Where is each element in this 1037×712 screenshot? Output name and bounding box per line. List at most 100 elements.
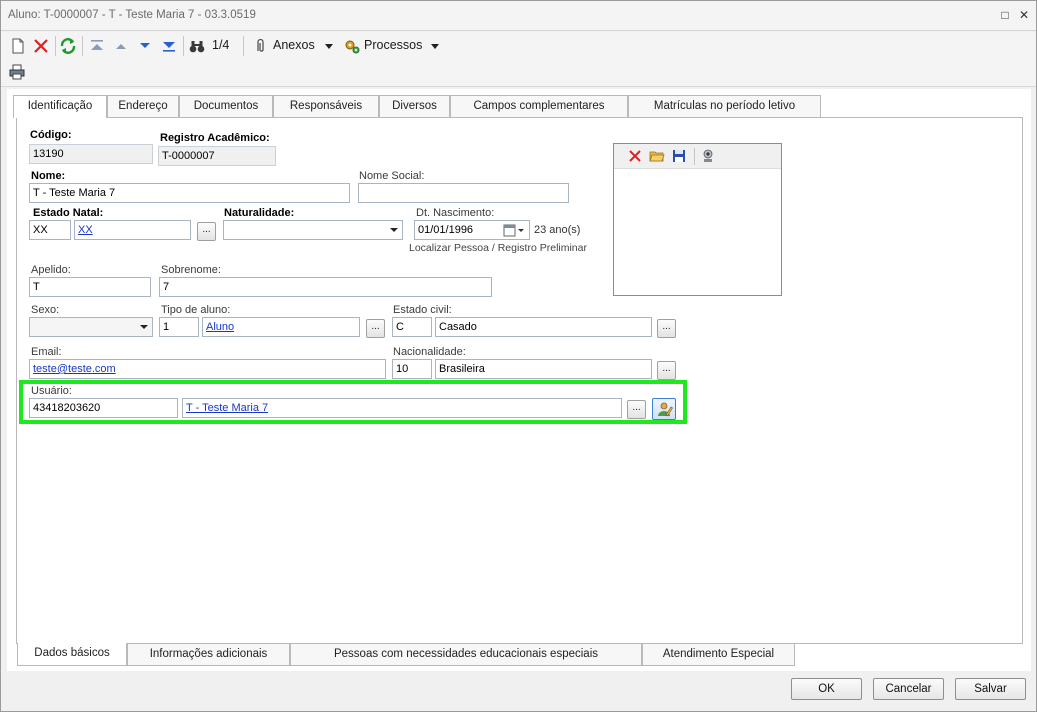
tab-label: Dados básicos bbox=[34, 647, 110, 659]
sobrenome-label: Sobrenome: bbox=[161, 264, 221, 276]
webcam-icon[interactable] bbox=[700, 148, 716, 164]
processos-dropdown-arrow[interactable] bbox=[431, 44, 439, 49]
naturalidade-label: Naturalidade: bbox=[224, 207, 295, 219]
user-edit-icon bbox=[658, 402, 673, 417]
toolbar-separator bbox=[82, 36, 83, 56]
photo-toolbar-separator bbox=[694, 148, 695, 165]
gears-icon[interactable] bbox=[343, 37, 361, 55]
tipo-aluno-code-field[interactable]: 1 bbox=[159, 317, 199, 337]
tab-label: Informações adicionais bbox=[149, 648, 268, 660]
apelido-field[interactable]: T bbox=[29, 277, 151, 297]
tab-matriculas[interactable]: Matrículas no período letivo bbox=[628, 95, 821, 117]
tab-label: Responsáveis bbox=[289, 100, 363, 112]
dt-nascimento-field[interactable]: 01/01/1996 bbox=[414, 220, 530, 240]
naturalidade-select[interactable] bbox=[223, 220, 403, 240]
email-label: Email: bbox=[31, 346, 62, 358]
tab-diversos[interactable]: Diversos bbox=[379, 95, 450, 117]
estado-civil-name-field[interactable]: Casado bbox=[435, 317, 652, 337]
secondary-toolbar bbox=[1, 59, 1036, 87]
aluno-window: Aluno: T-0000007 - T - Teste Maria 7 - 0… bbox=[0, 0, 1037, 712]
localizar-pessoa-link[interactable]: Localizar Pessoa / Registro Preliminar bbox=[409, 242, 587, 254]
anexos-menu[interactable]: Anexos bbox=[273, 38, 315, 52]
codigo-field[interactable]: 13190 bbox=[29, 144, 153, 164]
estado-natal-label: Estado Natal: bbox=[33, 207, 104, 219]
save-button[interactable]: Salvar bbox=[955, 678, 1026, 700]
maximize-icon[interactable]: □ bbox=[998, 8, 1012, 22]
estado-civil-label: Estado civil: bbox=[393, 304, 452, 316]
chevron-down-icon bbox=[390, 228, 398, 232]
tab-label: Campos complementares bbox=[473, 100, 605, 112]
sexo-label: Sexo: bbox=[31, 304, 60, 316]
tab-dados-basicos[interactable]: Dados básicos bbox=[17, 643, 127, 666]
save-disk-icon[interactable] bbox=[671, 148, 687, 164]
tipo-aluno-label: Tipo de aluno: bbox=[161, 304, 231, 316]
nacionalidade-code-field[interactable]: 10 bbox=[392, 359, 432, 379]
printer-icon[interactable] bbox=[8, 63, 26, 81]
estado-natal-name-link[interactable]: XX bbox=[74, 220, 191, 240]
record-counter: 1/4 bbox=[212, 38, 230, 52]
nacionalidade-lookup-button[interactable]: ... bbox=[657, 361, 676, 380]
calendar-dropdown-icon[interactable] bbox=[503, 224, 527, 237]
open-folder-icon[interactable] bbox=[649, 148, 665, 164]
binoculars-icon[interactable] bbox=[188, 37, 206, 55]
sobrenome-field[interactable]: 7 bbox=[159, 277, 492, 297]
dt-nascimento-label: Dt. Nascimento: bbox=[416, 207, 495, 219]
title-bar: Aluno: T-0000007 - T - Teste Maria 7 - 0… bbox=[1, 1, 1036, 31]
estado-natal-code-field[interactable]: XX bbox=[29, 220, 71, 240]
tab-informacoes-adicionais[interactable]: Informações adicionais bbox=[127, 644, 290, 666]
remove-photo-icon[interactable] bbox=[627, 148, 643, 164]
tab-label: Endereço bbox=[118, 100, 168, 112]
nome-label: Nome: bbox=[31, 170, 66, 182]
tab-campos-complementares[interactable]: Campos complementares bbox=[450, 95, 628, 117]
previous-record-icon[interactable] bbox=[112, 37, 130, 55]
close-icon[interactable]: ✕ bbox=[1017, 8, 1031, 22]
tab-label: Matrículas no período letivo bbox=[653, 100, 796, 112]
estado-civil-lookup-button[interactable]: ... bbox=[657, 319, 676, 338]
paperclip-icon[interactable] bbox=[252, 37, 270, 55]
usuario-name-link[interactable]: T - Teste Maria 7 bbox=[182, 398, 622, 418]
window-title: Aluno: T-0000007 - T - Teste Maria 7 - 0… bbox=[8, 9, 256, 21]
toolbar-separator bbox=[183, 36, 184, 56]
registro-academico-label: Registro Acadêmico: bbox=[160, 132, 270, 144]
estado-civil-code-field[interactable]: C bbox=[392, 317, 432, 337]
usuario-edit-button[interactable] bbox=[652, 398, 676, 420]
tab-label: Diversos bbox=[392, 100, 437, 112]
cancel-button[interactable]: Cancelar bbox=[873, 678, 944, 700]
photo-box bbox=[613, 143, 782, 296]
delete-icon[interactable] bbox=[32, 37, 50, 55]
usuario-code-field[interactable]: 43418203620 bbox=[29, 398, 178, 418]
tab-identificacao[interactable]: Identificação bbox=[13, 95, 107, 118]
tab-label: Documentos bbox=[193, 100, 259, 112]
anexos-dropdown-arrow[interactable] bbox=[325, 44, 333, 49]
nacionalidade-label: Nacionalidade: bbox=[393, 346, 466, 358]
chevron-down-icon bbox=[140, 325, 148, 329]
tab-documentos[interactable]: Documentos bbox=[179, 95, 273, 117]
email-field[interactable]: teste@teste.com bbox=[29, 359, 386, 379]
ok-button[interactable]: OK bbox=[791, 678, 862, 700]
tab-label: Atendimento Especial bbox=[662, 648, 775, 660]
tab-atendimento-especial[interactable]: Atendimento Especial bbox=[642, 644, 795, 666]
tipo-aluno-name-link[interactable]: Aluno bbox=[202, 317, 360, 337]
sexo-select[interactable] bbox=[29, 317, 153, 337]
photo-toolbar bbox=[614, 144, 781, 169]
nome-social-field[interactable] bbox=[358, 183, 569, 203]
refresh-icon[interactable] bbox=[59, 37, 77, 55]
next-record-icon[interactable] bbox=[136, 37, 154, 55]
dt-nascimento-value: 01/01/1996 bbox=[418, 224, 474, 236]
tab-responsaveis[interactable]: Responsáveis bbox=[273, 95, 379, 117]
tipo-aluno-lookup-button[interactable]: ... bbox=[366, 319, 385, 338]
main-toolbar: 1/4 Anexos Processos bbox=[1, 32, 1036, 59]
apelido-label: Apelido: bbox=[31, 264, 71, 276]
usuario-lookup-button[interactable]: ... bbox=[627, 400, 646, 419]
tab-label: Identificação bbox=[27, 100, 93, 112]
processos-menu[interactable]: Processos bbox=[364, 38, 422, 52]
new-document-icon[interactable] bbox=[9, 37, 27, 55]
last-record-icon[interactable] bbox=[160, 37, 178, 55]
tab-endereco[interactable]: Endereço bbox=[107, 95, 179, 117]
tab-necessidades-especiais[interactable]: Pessoas com necessidades educacionais es… bbox=[290, 644, 642, 666]
first-record-icon[interactable] bbox=[88, 37, 106, 55]
estado-natal-lookup-button[interactable]: ... bbox=[197, 222, 216, 241]
nome-field[interactable]: T - Teste Maria 7 bbox=[29, 183, 350, 203]
nacionalidade-name-field[interactable]: Brasileira bbox=[435, 359, 652, 379]
registro-academico-field[interactable]: T-0000007 bbox=[158, 146, 276, 166]
